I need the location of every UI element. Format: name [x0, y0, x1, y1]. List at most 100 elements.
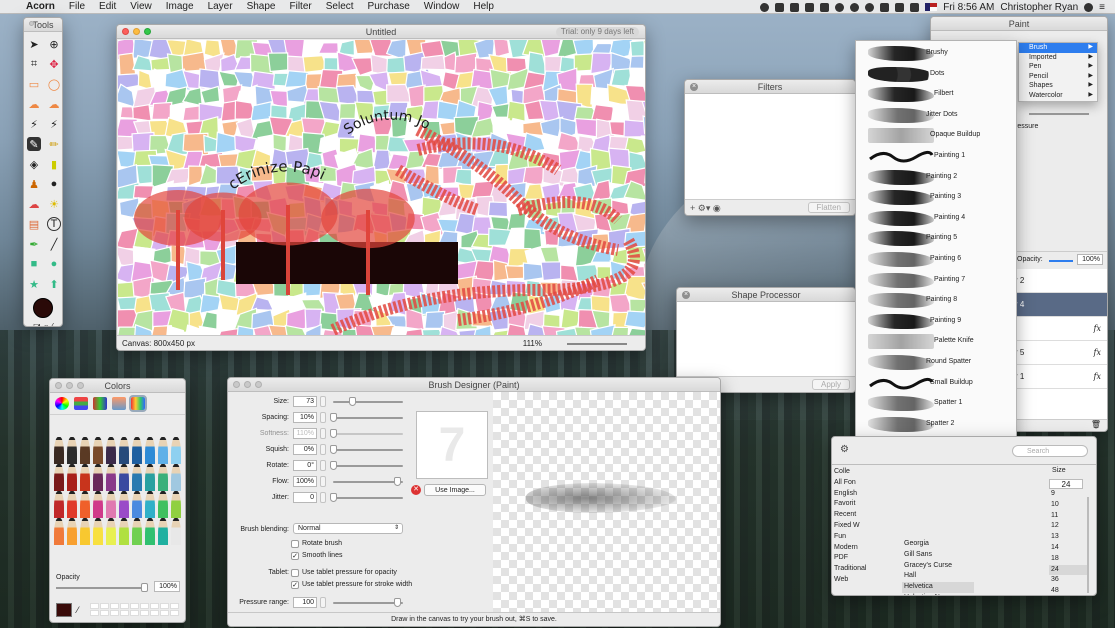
- text-tool-icon[interactable]: T: [47, 217, 61, 231]
- brush-setting-slider[interactable]: [333, 417, 403, 419]
- brush-setting-slider[interactable]: [333, 449, 403, 451]
- preview-eye-icon[interactable]: ◉: [713, 203, 721, 213]
- sun-tool-icon[interactable]: ☀: [47, 197, 61, 211]
- oval-shape-icon[interactable]: ●: [47, 257, 61, 271]
- font-size-item[interactable]: 18: [1049, 554, 1089, 565]
- pencil-swatch[interactable]: [158, 437, 168, 464]
- menu-list-icon[interactable]: ≡: [1099, 2, 1105, 13]
- rotate-brush-checkbox[interactable]: Rotate brush: [291, 539, 342, 550]
- volume-icon[interactable]: [895, 2, 905, 12]
- status-icon-4[interactable]: [805, 2, 815, 12]
- font-collection-item[interactable]: Colle: [832, 467, 902, 478]
- colors-opacity-field[interactable]: 100%: [154, 581, 180, 592]
- font-size-item[interactable]: 13: [1049, 532, 1089, 543]
- timemachine-icon[interactable]: [835, 2, 845, 12]
- brush-preset-item[interactable]: Painting 1: [856, 146, 1016, 167]
- menu-help[interactable]: Help: [473, 1, 494, 12]
- menubar-user[interactable]: Christopher Ryan: [1000, 2, 1078, 13]
- pressure-range-slider[interactable]: [333, 602, 403, 604]
- menu-shape[interactable]: Shape: [247, 1, 276, 12]
- font-size-item[interactable]: 36: [1049, 575, 1089, 586]
- saved-swatch-slot[interactable]: [160, 610, 169, 616]
- brush-preset-item[interactable]: Brushy: [856, 43, 1016, 64]
- pencil-swatch[interactable]: [106, 491, 116, 518]
- lasso-icon[interactable]: ☁: [27, 97, 41, 111]
- pressure-slider[interactable]: [1029, 113, 1089, 115]
- saved-swatch-slot[interactable]: [130, 610, 139, 616]
- pencil-swatch[interactable]: [132, 518, 142, 545]
- arrow-shape-icon[interactable]: ⬆: [47, 277, 61, 291]
- smooth-lines-checkbox[interactable]: ✓ Smooth lines: [291, 551, 342, 562]
- pencil-swatch[interactable]: [93, 437, 103, 464]
- brush-setting-field[interactable]: 0%: [293, 444, 317, 455]
- brush-setting-stepper[interactable]: [320, 492, 326, 503]
- brush-preset-item[interactable]: Spatter 2: [856, 414, 1016, 435]
- brush-setting-knob[interactable]: [349, 397, 357, 406]
- brush-preset-item[interactable]: Small Buildup: [856, 373, 1016, 394]
- colors-opacity-knob[interactable]: [141, 583, 148, 592]
- pencil-swatch[interactable]: [158, 518, 168, 545]
- close-button[interactable]: [29, 21, 34, 26]
- brush-setting-knob[interactable]: [330, 413, 337, 422]
- pencil-swatch[interactable]: [93, 491, 103, 518]
- pencil-swatch[interactable]: [106, 464, 116, 491]
- font-search-field[interactable]: Search: [1012, 445, 1088, 457]
- pen-tool-icon[interactable]: ✒: [27, 237, 41, 251]
- rect-shape-icon[interactable]: ■: [27, 257, 41, 271]
- brush-preset-item[interactable]: Painting 5: [856, 228, 1016, 249]
- battery-icon[interactable]: [910, 2, 920, 12]
- pencil-swatch[interactable]: [132, 437, 142, 464]
- font-size-item[interactable]: 11: [1049, 511, 1089, 522]
- wifi-icon[interactable]: [865, 2, 875, 12]
- close-icon[interactable]: ×: [682, 291, 690, 299]
- stroke-indicator-icon[interactable]: ○: [44, 322, 49, 326]
- pencil-swatch[interactable]: [80, 491, 90, 518]
- font-size-item[interactable]: 9: [1049, 489, 1089, 500]
- saved-swatch-slot[interactable]: [120, 610, 129, 616]
- gradient-tool-icon[interactable]: ▤: [27, 217, 41, 231]
- saved-swatch-slot[interactable]: [100, 610, 109, 616]
- brush-setting-field[interactable]: 73: [293, 396, 317, 407]
- close-button[interactable]: [233, 381, 240, 388]
- brush-category-pencil[interactable]: Pencil ▶: [1019, 72, 1097, 82]
- bluetooth-icon[interactable]: [850, 2, 860, 12]
- dropbox-icon[interactable]: [775, 2, 785, 12]
- brush-setting-slider[interactable]: [333, 465, 403, 467]
- image-palettes-tab-icon[interactable]: [112, 397, 126, 410]
- pencil-swatch[interactable]: [67, 518, 77, 545]
- font-family-item[interactable]: Gracey's Curse: [902, 561, 974, 572]
- menu-filter[interactable]: Filter: [290, 1, 312, 12]
- brush-setting-slider[interactable]: [333, 433, 403, 435]
- fill-tool-icon[interactable]: ◈: [27, 157, 41, 171]
- opacity-field[interactable]: 100%: [1077, 254, 1103, 265]
- pencil-swatch[interactable]: [132, 464, 142, 491]
- arrow-tool-icon[interactable]: ➤: [27, 37, 41, 51]
- pencil-swatch[interactable]: [54, 437, 64, 464]
- minimize-button[interactable]: [133, 28, 140, 35]
- flatten-button[interactable]: Flatten: [807, 202, 850, 213]
- pencil-swatch[interactable]: [171, 464, 181, 491]
- font-size-slider[interactable]: [1087, 497, 1089, 593]
- pressure-range-stepper[interactable]: [320, 597, 326, 608]
- zoom-button[interactable]: [255, 381, 262, 388]
- pencil-swatch[interactable]: [67, 491, 77, 518]
- brush-setting-stepper[interactable]: [320, 460, 326, 471]
- pencil-swatch[interactable]: [171, 518, 181, 545]
- pencil-swatch[interactable]: [106, 518, 116, 545]
- pencil-swatch[interactable]: [171, 437, 181, 464]
- gear-icon[interactable]: ⚙▾: [698, 203, 711, 213]
- cloud-tool-icon[interactable]: ☁: [27, 197, 41, 211]
- pencil-swatch[interactable]: [119, 464, 129, 491]
- saved-swatch-slot[interactable]: [90, 610, 99, 616]
- pencil-swatch[interactable]: [67, 437, 77, 464]
- brush-tool-icon[interactable]: ✎: [27, 137, 41, 151]
- saved-swatch-slot[interactable]: [110, 603, 119, 609]
- brush-setting-knob[interactable]: [394, 477, 401, 486]
- brush-preset-item[interactable]: Palette Knife: [856, 331, 1016, 352]
- font-collection-item[interactable]: Web: [832, 575, 902, 586]
- brush-preset-item[interactable]: Spatter 1: [856, 393, 1016, 414]
- eraser-tool-icon[interactable]: ▮: [47, 157, 61, 171]
- pencil-swatch[interactable]: [93, 518, 103, 545]
- brush-preset-item[interactable]: Round Spatter: [856, 352, 1016, 373]
- brush-setting-stepper[interactable]: [320, 412, 326, 423]
